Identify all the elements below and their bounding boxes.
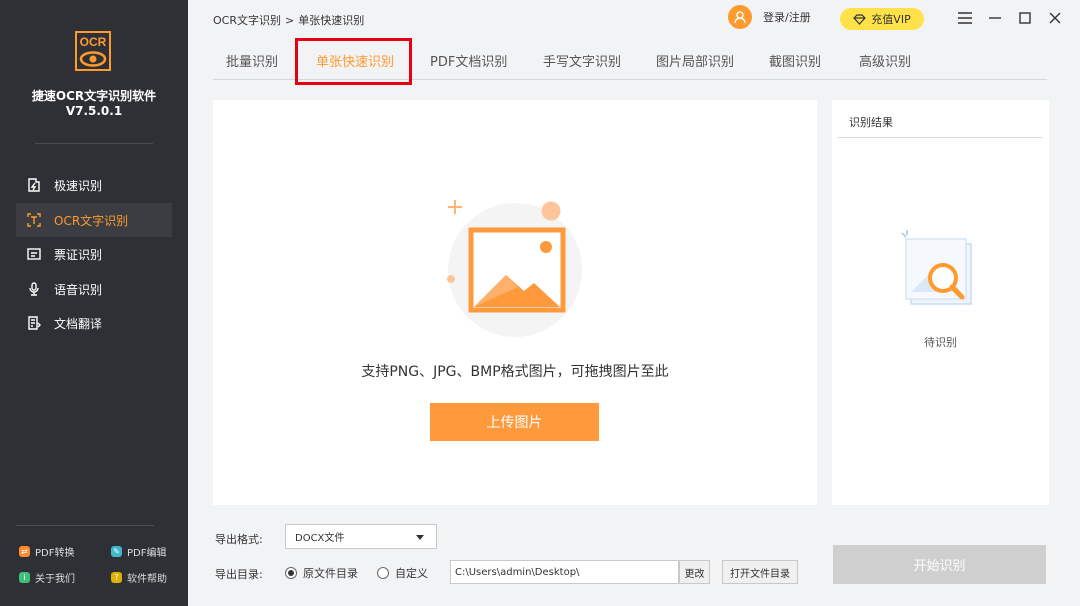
image-placeholder-icon (447, 200, 582, 337)
tab-screenshot[interactable]: 截图识别 (769, 51, 821, 70)
app-name-text: 捷速OCR文字识别软件 (31, 89, 157, 103)
breadcrumb: OCR文字识别 > 单张快速识别 (213, 12, 364, 28)
radio-custom-label: 自定义 (395, 567, 428, 580)
translate-doc-icon (26, 315, 42, 331)
sidebar-item-label: 文档翻译 (54, 316, 103, 331)
scan-text-icon (26, 212, 42, 228)
login-label: 登录/注册 (763, 11, 811, 24)
bottom-link-label: PDF转换 (35, 548, 75, 559)
menu-icon[interactable] (955, 8, 975, 28)
bottom-link-label: PDF编辑 (127, 548, 167, 559)
ticket-icon (26, 246, 42, 262)
pending-search-icon (901, 230, 972, 305)
export-format-label: 导出格式: (215, 533, 263, 546)
user-avatar-icon (728, 5, 752, 29)
upload-image-button[interactable]: 上传图片 (430, 403, 599, 441)
upload-panel[interactable]: 支持PNG、JPG、BMP格式图片，可拖拽图片至此 上传图片 (213, 100, 817, 505)
result-status: 待识别 (924, 336, 957, 349)
vip-button[interactable]: 充值VIP (840, 8, 924, 30)
bottom-link-label: 关于我们 (35, 574, 75, 585)
login-button[interactable]: 登录/注册 (728, 5, 811, 29)
radio-source-dir[interactable]: 原文件目录 (285, 565, 358, 581)
active-tab-highlight (295, 38, 412, 85)
sidebar-divider (35, 143, 153, 144)
upload-hint: 支持PNG、JPG、BMP格式图片，可拖拽图片至此 (361, 364, 669, 380)
sidebar-item-translate[interactable]: 文档翻译 (16, 306, 172, 340)
app-version: V7.5.0.1 (65, 104, 123, 118)
result-divider (838, 137, 1042, 138)
breadcrumb-root[interactable]: OCR文字识别 (213, 14, 281, 27)
tab-partial-image[interactable]: 图片局部识别 (656, 51, 734, 70)
about-us-link[interactable]: i 关于我们 (19, 570, 75, 585)
tab-bar: 批量识别 单张快速识别 PDF文档识别 手写文字识别 图片局部识别 截图识别 高… (213, 38, 1047, 85)
sidebar-item-label: 极速识别 (54, 178, 103, 193)
tab-batch[interactable]: 批量识别 (226, 51, 278, 70)
maximize-icon[interactable] (1015, 8, 1035, 28)
pdf-edit-icon: ✎ (111, 546, 122, 557)
help-icon: ? (111, 572, 122, 583)
sidebar-item-label: OCR文字识别 (54, 213, 129, 228)
result-title: 识别结果 (849, 116, 893, 129)
pdf-convert-link[interactable]: ⇄ PDF转换 (19, 544, 74, 559)
radio-unselected-icon (377, 567, 389, 579)
bottom-link-label: 软件帮助 (127, 574, 167, 585)
tab-pdf[interactable]: PDF文档识别 (430, 51, 507, 70)
app-name: 捷速OCR文字识别软件 V7.5.0.1 (0, 89, 188, 119)
sidebar-bottom-divider (16, 525, 154, 526)
sidebar-item-ticket[interactable]: 票证识别 (16, 237, 172, 271)
radio-custom-dir[interactable]: 自定义 (377, 565, 428, 581)
pdf-edit-link[interactable]: ✎ PDF编辑 (111, 544, 166, 559)
sidebar-item-ocr[interactable]: OCR文字识别 (16, 203, 172, 237)
export-path-input[interactable] (450, 560, 679, 584)
topbar: OCR文字识别 > 单张快速识别 登录/注册 充值VIP (188, 0, 1080, 38)
app-logo: OCR (75, 31, 111, 71)
radio-selected-icon (285, 567, 297, 579)
diamond-icon (853, 13, 867, 25)
microphone-icon (26, 281, 42, 297)
radio-source-label: 原文件目录 (303, 567, 358, 580)
sidebar-item-fast-ocr[interactable]: 极速识别 (16, 168, 172, 202)
svg-text:OCR: OCR (80, 35, 107, 49)
export-format-value: DOCX文件 (295, 533, 345, 544)
vip-label: 充值VIP (871, 13, 911, 26)
start-recognition-button[interactable]: 开始识别 (833, 545, 1046, 584)
close-icon[interactable] (1045, 8, 1065, 28)
result-panel: 识别结果 待识别 (832, 100, 1049, 505)
change-path-button[interactable]: 更改 (679, 560, 710, 584)
tab-handwriting[interactable]: 手写文字识别 (543, 51, 621, 70)
open-dir-button[interactable]: 打开文件目录 (722, 560, 798, 584)
breadcrumb-current: 单张快速识别 (298, 14, 365, 27)
sidebar-item-label: 票证识别 (54, 247, 103, 262)
sidebar-item-voice[interactable]: 语音识别 (16, 272, 172, 306)
info-icon: i (19, 572, 30, 583)
help-link[interactable]: ? 软件帮助 (111, 570, 167, 585)
export-dir-label: 导出目录: (215, 568, 263, 581)
pdf-convert-icon: ⇄ (19, 546, 30, 557)
tab-advanced[interactable]: 高级识别 (859, 51, 911, 70)
lightning-doc-icon (26, 177, 42, 193)
breadcrumb-separator: > (284, 14, 295, 27)
minimize-icon[interactable] (985, 8, 1005, 28)
export-format-select[interactable]: DOCX文件 (285, 524, 437, 549)
chevron-down-icon (416, 535, 424, 540)
sidebar: OCR 捷速OCR文字识别软件 V7.5.0.1 极速识别 OCR文字识别 票证… (0, 0, 188, 606)
sidebar-item-label: 语音识别 (54, 282, 103, 297)
